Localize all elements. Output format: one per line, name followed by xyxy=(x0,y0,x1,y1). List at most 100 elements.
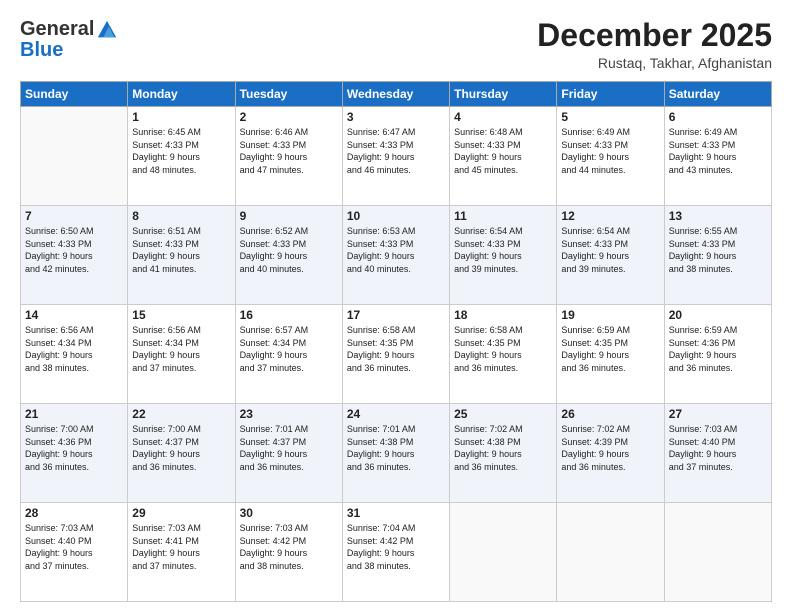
day-info: Sunrise: 6:47 AM Sunset: 4:33 PM Dayligh… xyxy=(347,126,445,176)
day-number: 18 xyxy=(454,308,552,322)
day-info: Sunrise: 6:53 AM Sunset: 4:33 PM Dayligh… xyxy=(347,225,445,275)
header: General Blue December 2025 Rustaq, Takha… xyxy=(20,18,772,71)
table-row: 15Sunrise: 6:56 AM Sunset: 4:34 PM Dayli… xyxy=(128,305,235,404)
table-row: 25Sunrise: 7:02 AM Sunset: 4:38 PM Dayli… xyxy=(450,404,557,503)
table-row: 12 Sunrise: 6:54 AM Sunset: 4:33 PM Dayli… xyxy=(557,206,664,305)
calendar-week-row: 21 Sunrise: 7:00 AM Sunset: 4:36 PM Dayli… xyxy=(21,404,772,503)
day-info: Sunrise: 6:49 AM Sunset: 4:33 PM Dayligh… xyxy=(669,126,767,176)
table-row xyxy=(21,107,128,206)
col-monday: Monday xyxy=(128,82,235,107)
day-number: 12 xyxy=(561,209,659,223)
table-row: 27Sunrise: 7:03 AM Sunset: 4:40 PM Dayli… xyxy=(664,404,771,503)
day-info: Sunrise: 6:52 AM Sunset: 4:33 PM Dayligh… xyxy=(240,225,338,275)
day-info: Sunrise: 7:00 AM Sunset: 4:37 PM Dayligh… xyxy=(132,423,230,473)
day-info: Sunrise: 7:03 AM Sunset: 4:40 PM Dayligh… xyxy=(25,522,123,572)
day-number: 4 xyxy=(454,110,552,124)
day-number: 23 xyxy=(240,407,338,421)
table-row: 22 Sunrise: 7:00 AM Sunset: 4:37 PM Dayli… xyxy=(128,404,235,503)
day-number: 27 xyxy=(669,407,767,421)
col-thursday: Thursday xyxy=(450,82,557,107)
day-info: Sunrise: 6:49 AM Sunset: 4:33 PM Dayligh… xyxy=(561,126,659,176)
day-info: Sunrise: 6:48 AM Sunset: 4:33 PM Dayligh… xyxy=(454,126,552,176)
day-number: 29 xyxy=(132,506,230,520)
col-tuesday: Tuesday xyxy=(235,82,342,107)
day-number: 2 xyxy=(240,110,338,124)
table-row: 3 Sunrise: 6:47 AM Sunset: 4:33 PM Daylig… xyxy=(342,107,449,206)
day-info: Sunrise: 6:51 AM Sunset: 4:33 PM Dayligh… xyxy=(132,225,230,275)
calendar-week-row: 1 Sunrise: 6:45 AM Sunset: 4:33 PM Daylig… xyxy=(21,107,772,206)
day-info: Sunrise: 6:45 AM Sunset: 4:33 PM Dayligh… xyxy=(132,126,230,176)
day-info: Sunrise: 6:57 AM Sunset: 4:34 PM Dayligh… xyxy=(240,324,338,374)
table-row xyxy=(557,503,664,602)
table-row: 6 Sunrise: 6:49 AM Sunset: 4:33 PM Daylig… xyxy=(664,107,771,206)
table-row: 20Sunrise: 6:59 AM Sunset: 4:36 PM Dayli… xyxy=(664,305,771,404)
table-row: 14 Sunrise: 6:56 AM Sunset: 4:34 PM Dayli… xyxy=(21,305,128,404)
table-row: 7 Sunrise: 6:50 AM Sunset: 4:33 PM Daylig… xyxy=(21,206,128,305)
day-info: Sunrise: 6:56 AM Sunset: 4:34 PM Dayligh… xyxy=(25,324,123,374)
day-info: Sunrise: 6:59 AM Sunset: 4:35 PM Dayligh… xyxy=(561,324,659,374)
day-number: 1 xyxy=(132,110,230,124)
day-number: 31 xyxy=(347,506,445,520)
day-info: Sunrise: 6:58 AM Sunset: 4:35 PM Dayligh… xyxy=(454,324,552,374)
calendar-header-row: Sunday Monday Tuesday Wednesday Thursday… xyxy=(21,82,772,107)
title-block: December 2025 Rustaq, Takhar, Afghanista… xyxy=(537,18,772,71)
day-number: 6 xyxy=(669,110,767,124)
table-row: 23 Sunrise: 7:01 AM Sunset: 4:37 PM Dayli… xyxy=(235,404,342,503)
table-row: 30Sunrise: 7:03 AM Sunset: 4:42 PM Dayli… xyxy=(235,503,342,602)
day-number: 21 xyxy=(25,407,123,421)
day-number: 20 xyxy=(669,308,767,322)
col-wednesday: Wednesday xyxy=(342,82,449,107)
col-friday: Friday xyxy=(557,82,664,107)
day-number: 22 xyxy=(132,407,230,421)
calendar-week-row: 14 Sunrise: 6:56 AM Sunset: 4:34 PM Dayli… xyxy=(21,305,772,404)
day-number: 7 xyxy=(25,209,123,223)
table-row: 2Sunrise: 6:46 AM Sunset: 4:33 PM Daylig… xyxy=(235,107,342,206)
day-number: 9 xyxy=(240,209,338,223)
day-info: Sunrise: 6:50 AM Sunset: 4:33 PM Dayligh… xyxy=(25,225,123,275)
calendar-week-row: 7 Sunrise: 6:50 AM Sunset: 4:33 PM Daylig… xyxy=(21,206,772,305)
day-number: 10 xyxy=(347,209,445,223)
page: General Blue December 2025 Rustaq, Takha… xyxy=(0,0,792,612)
day-info: Sunrise: 7:03 AM Sunset: 4:42 PM Dayligh… xyxy=(240,522,338,572)
table-row: 26Sunrise: 7:02 AM Sunset: 4:39 PM Dayli… xyxy=(557,404,664,503)
table-row: 31 Sunrise: 7:04 AM Sunset: 4:42 PM Dayli… xyxy=(342,503,449,602)
table-row: 11 Sunrise: 6:54 AM Sunset: 4:33 PM Dayli… xyxy=(450,206,557,305)
table-row: 1 Sunrise: 6:45 AM Sunset: 4:33 PM Daylig… xyxy=(128,107,235,206)
logo-icon xyxy=(96,19,118,41)
table-row: 13 Sunrise: 6:55 AM Sunset: 4:33 PM Dayli… xyxy=(664,206,771,305)
day-info: Sunrise: 6:58 AM Sunset: 4:35 PM Dayligh… xyxy=(347,324,445,374)
day-number: 17 xyxy=(347,308,445,322)
day-info: Sunrise: 7:01 AM Sunset: 4:38 PM Dayligh… xyxy=(347,423,445,473)
day-number: 26 xyxy=(561,407,659,421)
table-row xyxy=(664,503,771,602)
logo-general-text: General xyxy=(20,18,94,41)
day-number: 8 xyxy=(132,209,230,223)
location-title: Rustaq, Takhar, Afghanistan xyxy=(537,55,772,71)
day-number: 25 xyxy=(454,407,552,421)
table-row: 29Sunrise: 7:03 AM Sunset: 4:41 PM Dayli… xyxy=(128,503,235,602)
day-info: Sunrise: 7:00 AM Sunset: 4:36 PM Dayligh… xyxy=(25,423,123,473)
calendar-week-row: 28 Sunrise: 7:03 AM Sunset: 4:40 PM Dayli… xyxy=(21,503,772,602)
table-row: 24Sunrise: 7:01 AM Sunset: 4:38 PM Dayli… xyxy=(342,404,449,503)
table-row: 9 Sunrise: 6:52 AM Sunset: 4:33 PM Daylig… xyxy=(235,206,342,305)
day-number: 16 xyxy=(240,308,338,322)
day-number: 11 xyxy=(454,209,552,223)
day-number: 14 xyxy=(25,308,123,322)
logo-blue-text: Blue xyxy=(20,39,63,61)
table-row: 19Sunrise: 6:59 AM Sunset: 4:35 PM Dayli… xyxy=(557,305,664,404)
day-info: Sunrise: 7:01 AM Sunset: 4:37 PM Dayligh… xyxy=(240,423,338,473)
table-row: 8 Sunrise: 6:51 AM Sunset: 4:33 PM Daylig… xyxy=(128,206,235,305)
table-row: 5 Sunrise: 6:49 AM Sunset: 4:33 PM Daylig… xyxy=(557,107,664,206)
day-number: 3 xyxy=(347,110,445,124)
day-info: Sunrise: 6:54 AM Sunset: 4:33 PM Dayligh… xyxy=(454,225,552,275)
day-info: Sunrise: 6:55 AM Sunset: 4:33 PM Dayligh… xyxy=(669,225,767,275)
table-row: 21 Sunrise: 7:00 AM Sunset: 4:36 PM Dayli… xyxy=(21,404,128,503)
day-number: 5 xyxy=(561,110,659,124)
day-info: Sunrise: 7:04 AM Sunset: 4:42 PM Dayligh… xyxy=(347,522,445,572)
table-row xyxy=(450,503,557,602)
day-info: Sunrise: 6:54 AM Sunset: 4:33 PM Dayligh… xyxy=(561,225,659,275)
day-number: 28 xyxy=(25,506,123,520)
day-number: 13 xyxy=(669,209,767,223)
calendar-table: Sunday Monday Tuesday Wednesday Thursday… xyxy=(20,81,772,602)
day-number: 15 xyxy=(132,308,230,322)
